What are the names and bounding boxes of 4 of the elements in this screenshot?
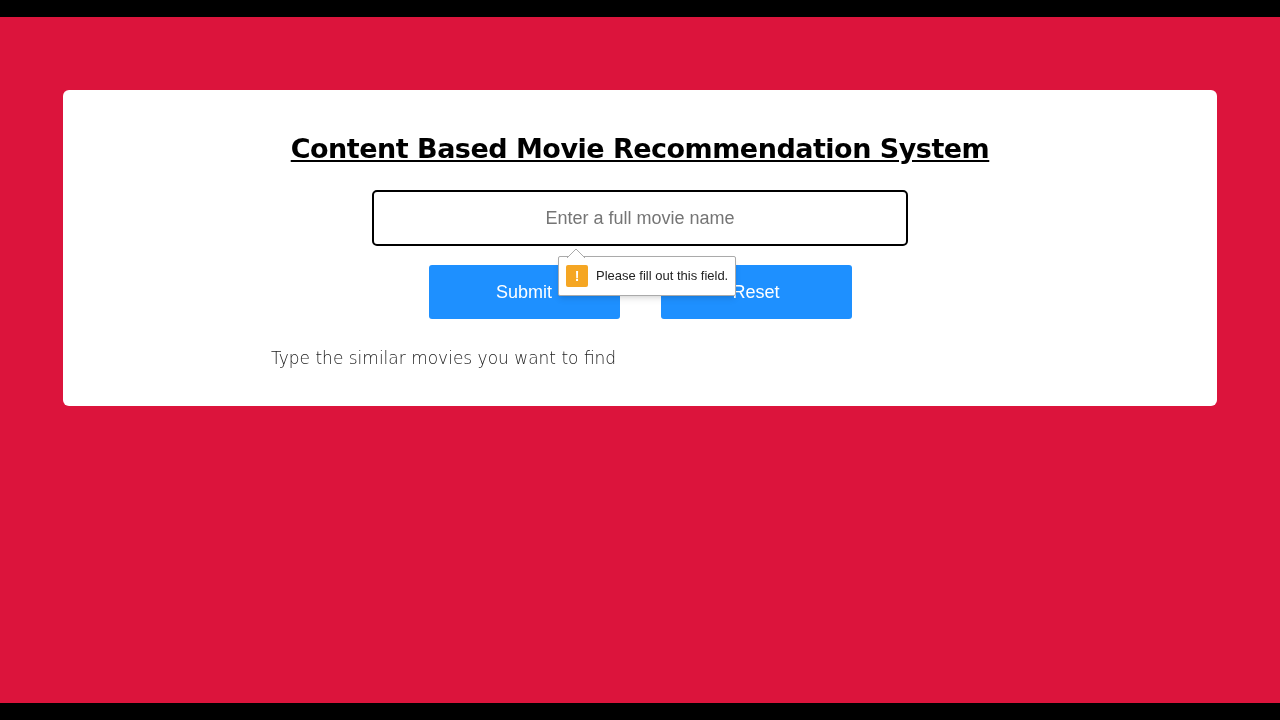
warning-icon: ! bbox=[566, 265, 588, 287]
movie-name-field[interactable]: Enter a full movie name bbox=[372, 190, 908, 246]
page-title: Content Based Movie Recommendation System bbox=[290, 132, 990, 166]
hint-text: Type the similar movies you want to find bbox=[271, 347, 617, 370]
